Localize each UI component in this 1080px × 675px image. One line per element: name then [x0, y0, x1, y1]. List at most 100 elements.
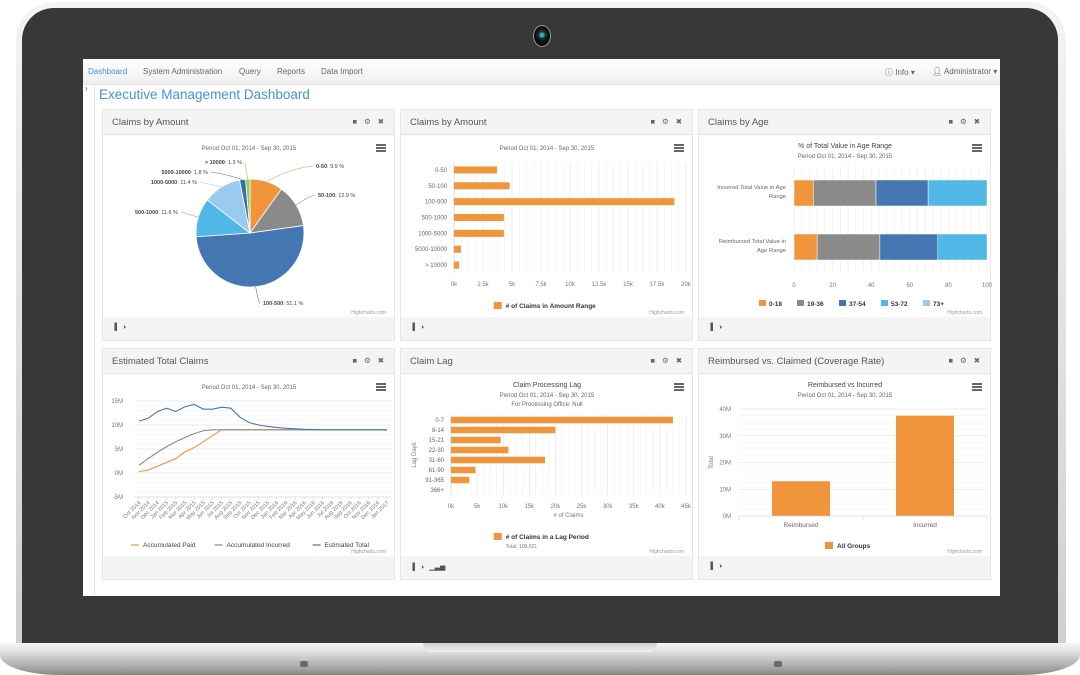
- panel-title: Claims by Age: [708, 117, 769, 128]
- x-tick-label: 60: [906, 283, 913, 289]
- gear-icon[interactable]: ⚙: [364, 117, 371, 126]
- comment-icon[interactable]: ■: [352, 356, 357, 365]
- caret-down-icon: ▾: [910, 68, 915, 77]
- menu-bar: [972, 389, 982, 391]
- bar: [772, 481, 830, 516]
- x-tick-label: 5k: [474, 504, 481, 510]
- highcharts-credit[interactable]: Highcharts.com: [947, 549, 982, 555]
- user-label: Administrator: [943, 67, 992, 76]
- menu-bar: [972, 150, 982, 152]
- contrast-icon[interactable]: ◑: [420, 324, 424, 331]
- chart-title: % of Total Value in Age Range: [798, 143, 892, 150]
- panel-body: Period Oct 01, 2014 - Sep 30, 2015 -5M 0M 5…: [103, 375, 394, 557]
- y-tick-label: 15M: [111, 399, 123, 405]
- highcharts-credit[interactable]: Highcharts.com: [649, 310, 684, 316]
- panel-footer: ▐ ◑: [103, 317, 394, 340]
- menu-bar: [972, 386, 982, 388]
- gear-icon[interactable]: ⚙: [662, 356, 669, 365]
- gear-icon[interactable]: ⚙: [662, 117, 669, 126]
- highcharts-credit[interactable]: Highcharts.com: [947, 310, 982, 316]
- footer-icons: ▐ ◑: [410, 324, 429, 331]
- x-tick-label: 45k: [681, 504, 692, 510]
- bar-chart-icon[interactable]: ▁▃▅: [429, 564, 445, 571]
- nav-reports[interactable]: Reports: [277, 67, 305, 76]
- contrast-icon[interactable]: ◑: [718, 563, 722, 570]
- highcharts-credit[interactable]: Highcharts.com: [351, 549, 386, 555]
- y-category-label: 61-90: [429, 468, 445, 474]
- menu-bar: [376, 386, 386, 388]
- comment-icon[interactable]: ■: [650, 117, 655, 126]
- info-menu[interactable]: ⓘ Info ▾: [885, 67, 915, 78]
- comment-icon[interactable]: ■: [352, 117, 357, 126]
- chart-title: Claim Processing Lag: [513, 382, 581, 389]
- close-icon[interactable]: ✖: [974, 117, 980, 126]
- stacked-bar-segment: [793, 179, 814, 207]
- menu-bar: [376, 383, 386, 385]
- chart-menu-icon[interactable]: [376, 383, 386, 391]
- close-icon[interactable]: ✖: [378, 117, 384, 126]
- highcharts-credit[interactable]: Highcharts.com: [649, 549, 684, 555]
- gear-icon[interactable]: ⚙: [364, 356, 371, 365]
- nav-data-import[interactable]: Data Import: [321, 67, 363, 76]
- laptop-frame: Dashboard System Administration Query Re…: [0, 0, 1080, 675]
- x-tick-label: 25k: [577, 504, 588, 510]
- dashboard-panel: Estimated Total Claims ■ ⚙ ✖ Period Oct 01, …: [102, 348, 395, 580]
- chart-menu-icon[interactable]: [376, 144, 386, 152]
- x-tick-label: 35k: [629, 504, 640, 510]
- comment-icon[interactable]: ■: [650, 356, 655, 365]
- y-category-label: Reimbursed Total Value in: [719, 239, 786, 245]
- pie-data-label: 500-1000: 11.6 %: [135, 210, 178, 216]
- bar-signal-icon[interactable]: ▐: [112, 324, 117, 331]
- panel-footer: [103, 556, 394, 579]
- x-tick-label: 15k: [623, 282, 634, 288]
- x-tick-label: 80: [945, 283, 952, 289]
- nav-dashboard[interactable]: Dashboard: [88, 67, 127, 76]
- x-tick-label: 12.5k: [592, 282, 608, 288]
- chart-menu-icon[interactable]: [674, 383, 684, 391]
- bar-signal-icon[interactable]: ▐: [410, 324, 415, 331]
- legend-label: # of Claims in Amount Range: [506, 303, 596, 310]
- close-icon[interactable]: ✖: [378, 356, 384, 365]
- caret-down-icon: ▾: [993, 67, 998, 76]
- comment-icon[interactable]: ■: [948, 356, 953, 365]
- contrast-icon[interactable]: ◑: [718, 324, 722, 331]
- laptop-foot: [300, 661, 308, 667]
- panel-header: Claims by Amount ■ ⚙ ✖: [103, 110, 394, 135]
- pie-connector: [199, 181, 222, 188]
- nav-system-administration[interactable]: System Administration: [143, 67, 222, 76]
- panel-header: Estimated Total Claims ■ ⚙ ✖: [103, 349, 394, 374]
- chart-menu-icon[interactable]: [674, 144, 684, 152]
- contrast-icon[interactable]: ◑: [420, 564, 424, 571]
- chart-menu-icon[interactable]: [972, 383, 982, 391]
- bar-signal-icon[interactable]: ▐: [708, 324, 713, 331]
- bar: [451, 446, 509, 454]
- nav-query[interactable]: Query: [239, 67, 261, 76]
- bar-signal-icon[interactable]: ▐: [708, 563, 713, 570]
- bar: [451, 426, 556, 434]
- y-tick-label: 0M: [115, 471, 123, 477]
- close-icon[interactable]: ✖: [974, 356, 980, 365]
- bar-signal-icon[interactable]: ▐: [410, 564, 415, 571]
- stacked-bar-segment: [927, 179, 988, 207]
- close-icon[interactable]: ✖: [676, 356, 682, 365]
- comment-icon[interactable]: ■: [948, 117, 953, 126]
- panel-body: Period Oct 01, 2014 - Sep 30, 2015 0k 2.5k…: [401, 136, 692, 318]
- panel-body: Period Oct 01, 2014 - Sep 30, 2015 0-50: …: [103, 136, 394, 318]
- legend-label: # of Claims in a Lag Period: [506, 534, 589, 541]
- contrast-icon[interactable]: ◑: [122, 324, 126, 331]
- sidebar-toggle-chevron-icon[interactable]: ›: [85, 84, 88, 93]
- stacked-bar-segment: [816, 233, 881, 261]
- menu-bar: [674, 389, 684, 391]
- x-tick-label: 40k: [655, 504, 666, 510]
- laptop-hinge-notch: [423, 643, 657, 652]
- user-menu[interactable]: 👤︎ Administrator ▾: [932, 67, 997, 76]
- bar: [454, 198, 675, 206]
- gear-icon[interactable]: ⚙: [960, 356, 967, 365]
- highcharts-credit[interactable]: Highcharts.com: [351, 310, 386, 316]
- panel-footer: ▐ ◑: [401, 317, 692, 340]
- menu-bar: [674, 144, 684, 146]
- gear-icon[interactable]: ⚙: [960, 117, 967, 126]
- chart-menu-icon[interactable]: [972, 144, 982, 152]
- close-icon[interactable]: ✖: [676, 117, 682, 126]
- y-category-label: 500-1000: [422, 216, 448, 222]
